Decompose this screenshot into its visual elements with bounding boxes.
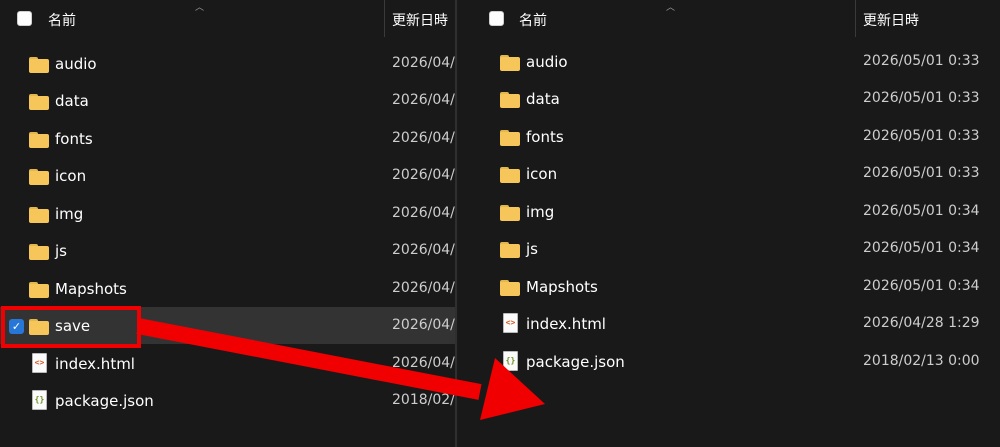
annotation-arrow-icon — [136, 318, 545, 420]
arrow-head — [480, 358, 545, 420]
arrow-shaft — [136, 318, 482, 400]
